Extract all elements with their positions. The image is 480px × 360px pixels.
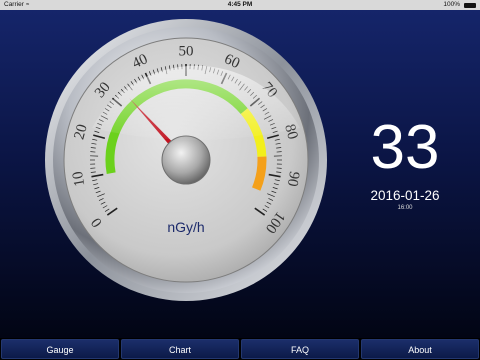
tab-gauge[interactable]: Gauge	[1, 339, 119, 359]
current-reading-value: 33	[370, 113, 440, 182]
main-view: 0 10 20 30 40 50 60 70 80 90 100 nGy/h 33 2016-01-…	[0, 10, 480, 338]
tab-faq[interactable]: FAQ	[241, 339, 359, 359]
tab-bar: Gauge Chart FAQ About	[0, 338, 480, 360]
gauge-dial: 010203040 50 60708090100 nGy/h	[45, 19, 327, 301]
battery-percent: 100%	[443, 1, 460, 8]
gauge-tick-label: 90	[284, 170, 302, 188]
tab-about[interactable]: About	[361, 339, 479, 359]
gauge-tick-label: 50	[179, 43, 194, 59]
battery-icon	[464, 2, 476, 8]
reading-time: 16:00	[397, 205, 413, 211]
status-time: 4:45 PM	[227, 1, 253, 8]
tab-chart[interactable]: Chart	[121, 339, 239, 359]
reading-date: 2016-01-26	[370, 188, 440, 203]
gauge-tick-label: 10	[70, 170, 88, 188]
status-bar: Carrier ≈ 4:45 PM 100%	[0, 0, 480, 10]
gauge-unit-label: nGy/h	[167, 219, 204, 235]
gauge-hub	[161, 135, 211, 185]
